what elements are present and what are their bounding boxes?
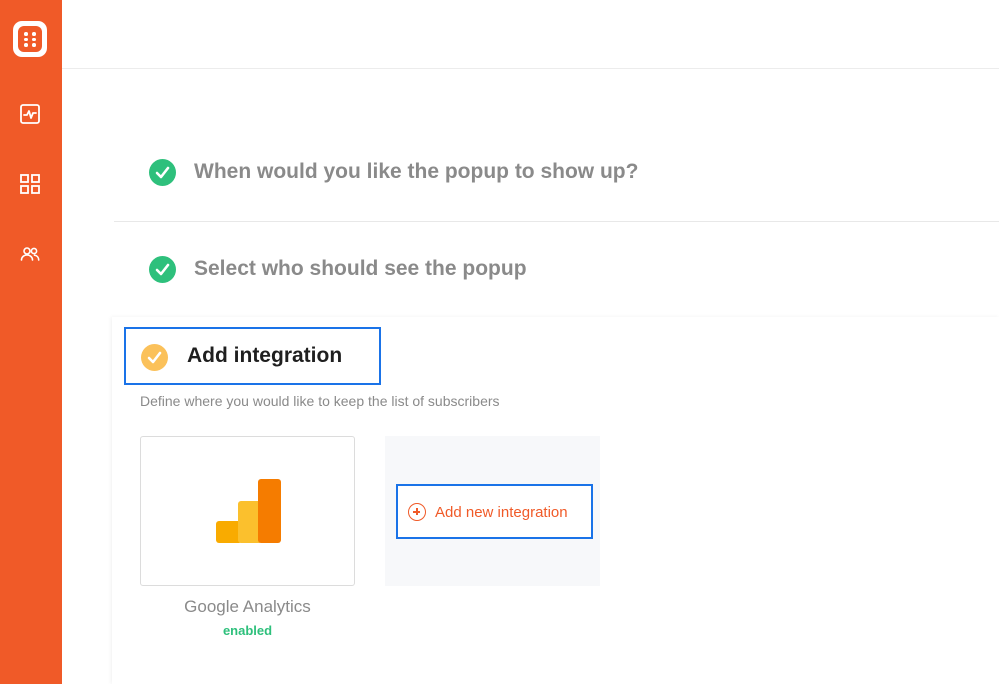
check-icon bbox=[141, 344, 168, 371]
google-analytics-icon bbox=[216, 479, 282, 545]
sidebar bbox=[0, 0, 62, 684]
add-new-integration-button[interactable]: Add new integration bbox=[396, 484, 593, 539]
integration-name: Google Analytics bbox=[184, 597, 311, 616]
integration-status: enabled bbox=[222, 623, 273, 638]
step-title: Add integration bbox=[187, 344, 343, 367]
integration-card-google-analytics[interactable] bbox=[140, 436, 355, 586]
activity-icon[interactable] bbox=[19, 103, 41, 125]
top-bar bbox=[62, 0, 999, 69]
step-popup-timing[interactable]: When would you like the popup to show up… bbox=[114, 130, 999, 222]
step-title: When would you like the popup to show up… bbox=[194, 160, 639, 183]
add-integration-label: Add new integration bbox=[435, 503, 568, 521]
check-icon bbox=[149, 256, 176, 283]
app-logo-icon[interactable] bbox=[13, 21, 47, 57]
step-audience[interactable]: Select who should see the popup bbox=[114, 222, 999, 317]
step-description: Define where you would like to keep the … bbox=[140, 393, 500, 409]
step-title: Select who should see the popup bbox=[194, 257, 527, 280]
users-icon[interactable] bbox=[19, 243, 41, 265]
check-icon bbox=[149, 159, 176, 186]
grid-icon[interactable] bbox=[19, 173, 41, 195]
step-add-integration[interactable]: Add integration bbox=[124, 327, 381, 385]
plus-circle-icon bbox=[408, 503, 426, 521]
